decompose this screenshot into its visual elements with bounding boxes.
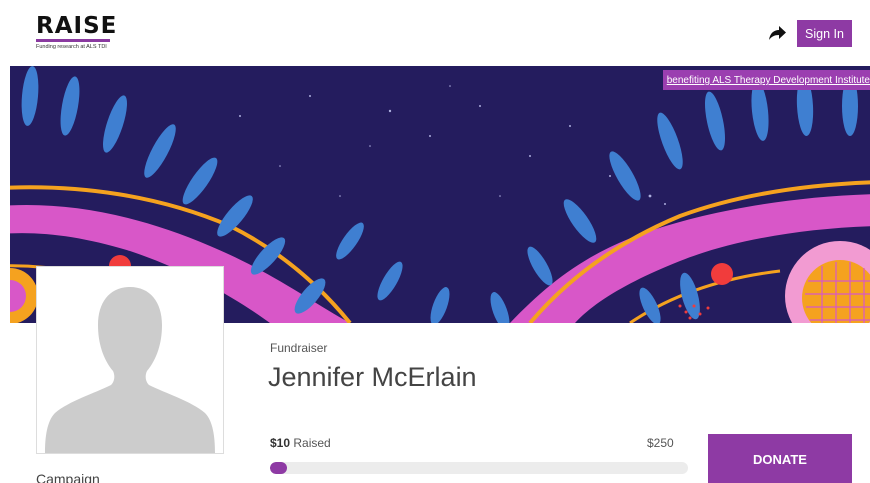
share-arrow-icon[interactable]	[766, 22, 788, 44]
logo-underline	[36, 39, 110, 42]
campaign-label: Campaign	[36, 471, 100, 483]
raised-value: $10	[270, 436, 291, 450]
goal-amount: $250	[647, 436, 674, 450]
raise-logo[interactable]: RAISE Funding research at ALS TDI	[36, 14, 117, 50]
logo-tagline: Funding research at ALS TDI	[36, 44, 107, 50]
logo-wordmark: RAISE	[36, 13, 118, 39]
fundraiser-type-label: Fundraiser	[270, 341, 328, 355]
avatar	[36, 266, 224, 454]
fundraiser-name: Jennifer McErlain	[268, 362, 477, 392]
beneficiary-link-bar: benefiting ALS Therapy Development Insti…	[662, 70, 870, 90]
progress-bar	[270, 462, 688, 474]
beneficiary-link[interactable]: benefiting ALS Therapy Development Insti…	[667, 75, 870, 86]
donate-button[interactable]: DONATE	[708, 434, 852, 483]
sign-in-button[interactable]: Sign In	[797, 20, 852, 47]
site-header: RAISE Funding research at ALS TDI Sign I…	[0, 0, 870, 66]
person-silhouette-icon	[45, 287, 215, 453]
raised-amount: $10 Raised	[270, 436, 331, 450]
progress-bar-fill	[270, 462, 287, 474]
raised-label: Raised	[290, 436, 331, 450]
